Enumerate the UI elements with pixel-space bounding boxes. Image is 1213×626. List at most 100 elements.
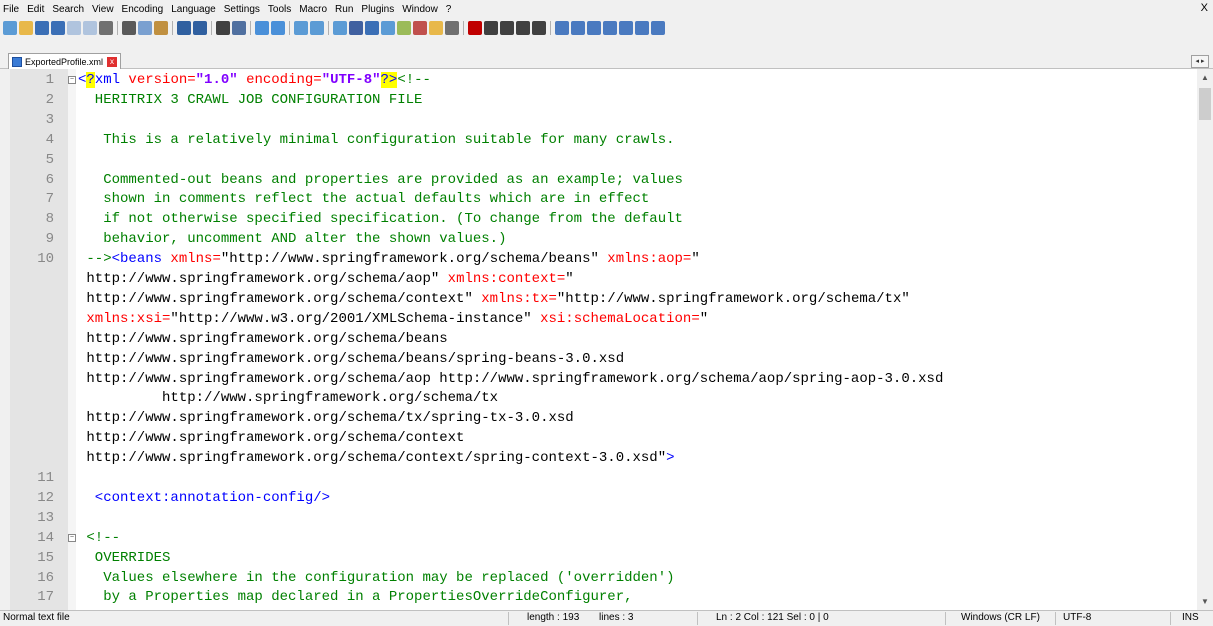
zoom-in-icon[interactable]	[255, 21, 269, 35]
record-macro-icon[interactable]	[468, 21, 482, 35]
stop-record-icon[interactable]	[484, 21, 498, 35]
menu-plugins[interactable]: Plugins	[357, 4, 398, 15]
menu-view[interactable]: View	[88, 4, 118, 15]
line-number: 7	[45, 191, 54, 208]
scroll-up-icon[interactable]: ▲	[1201, 73, 1209, 82]
plugin-b-icon[interactable]	[571, 21, 585, 35]
doc-map-icon[interactable]	[381, 21, 395, 35]
vertical-scrollbar[interactable]: ▲ ▼	[1197, 69, 1213, 610]
code-line: 16 Values elsewhere in the configuration…	[0, 569, 1197, 588]
code-text: xmlns:xsi="http://www.w3.org/2001/XMLSch…	[78, 310, 708, 329]
menu-encoding[interactable]: Encoding	[118, 4, 168, 15]
plugin-f-icon[interactable]	[635, 21, 649, 35]
save-all-icon[interactable]	[51, 21, 65, 35]
code-line: http://www.springframework.org/schema/tx	[0, 389, 1197, 408]
plugin-e-icon[interactable]	[619, 21, 633, 35]
code-line: xmlns:xsi="http://www.w3.org/2001/XMLSch…	[0, 310, 1197, 329]
code-text: OVERRIDES	[78, 549, 171, 568]
menu-search[interactable]: Search	[48, 4, 88, 15]
new-file-icon[interactable]	[3, 21, 17, 35]
code-text: This is a relatively minimal configurati…	[78, 131, 674, 150]
toolbar	[0, 19, 1213, 53]
tab-close-icon[interactable]: x	[107, 56, 118, 67]
code-line: http://www.springframework.org/schema/ao…	[0, 370, 1197, 389]
code-token: HERITRIX 3 CRAWL JOB CONFIGURATION FILE	[78, 91, 423, 108]
status-divider	[697, 612, 698, 625]
copy-icon[interactable]	[138, 21, 152, 35]
paste-icon[interactable]	[154, 21, 168, 35]
code-line: 4 This is a relatively minimal configura…	[0, 131, 1197, 150]
code-token: "	[565, 271, 574, 287]
scroll-down-icon[interactable]: ▼	[1201, 597, 1209, 606]
menu-bar: File Edit Search View Encoding Language Settin…	[0, 0, 1213, 19]
toolbar-separator	[250, 21, 251, 35]
status-bar: Normal text file length : 193 lines : 3 …	[0, 610, 1213, 626]
code-token: xmlns=	[162, 251, 221, 268]
tab-exported-profile[interactable]: ExportedProfile.xml x	[8, 53, 122, 69]
open-file-icon[interactable]	[19, 21, 33, 35]
menu-window[interactable]: Window	[398, 4, 442, 15]
code-text: <!--	[78, 529, 120, 548]
redo-icon[interactable]	[193, 21, 207, 35]
folder-workspace-icon[interactable]	[413, 21, 427, 35]
menu-macro[interactable]: Macro	[295, 4, 331, 15]
line-number: 2	[45, 91, 54, 108]
cut-icon[interactable]	[122, 21, 136, 35]
code-token: -->	[78, 251, 112, 268]
tab-bar: ExportedProfile.xml x ◂ ▸	[0, 53, 1213, 69]
code-line: 7 shown in comments reflect the actual d…	[0, 190, 1197, 209]
code-line: 2 HERITRIX 3 CRAWL JOB CONFIGURATION FIL…	[0, 91, 1197, 110]
run-macro-multiple-icon[interactable]	[516, 21, 530, 35]
function-list-icon[interactable]	[397, 21, 411, 35]
status-divider	[508, 612, 509, 625]
document-icon	[12, 56, 22, 67]
status-encoding: UTF-8	[1063, 612, 1092, 623]
sync-horizontal-icon[interactable]	[310, 21, 324, 35]
plugin-g-icon[interactable]	[651, 21, 665, 35]
code-text: http://www.springframework.org/schema/co…	[78, 290, 910, 309]
menu-edit[interactable]: Edit	[23, 4, 48, 15]
show-all-chars-icon[interactable]	[349, 21, 363, 35]
view-icon[interactable]	[445, 21, 459, 35]
window-close-button[interactable]: X	[1201, 2, 1208, 14]
close-all-icon[interactable]	[83, 21, 97, 35]
print-icon[interactable]	[99, 21, 113, 35]
save-icon[interactable]	[35, 21, 49, 35]
code-token: "http://www.springframework.org/schema/t…	[556, 290, 910, 307]
code-token: http://www.springframework.org/schema/tx…	[78, 410, 574, 427]
menu-tools[interactable]: Tools	[264, 4, 295, 15]
sync-vertical-icon[interactable]	[294, 21, 308, 35]
menu-run[interactable]: Run	[331, 4, 357, 15]
code-token: if not otherwise specified specification…	[78, 211, 683, 228]
code-token: <context:annotation-config/>	[78, 489, 331, 506]
fold-toggle-icon[interactable]: −	[68, 76, 76, 84]
menu-settings[interactable]: Settings	[220, 4, 264, 15]
code-token: http://www.springframework.org/schema/co…	[78, 430, 465, 447]
undo-icon[interactable]	[177, 21, 191, 35]
plugin-c-icon[interactable]	[587, 21, 601, 35]
line-number: 9	[45, 231, 54, 248]
code-token: xmlns:tx=	[472, 290, 557, 307]
save-macro-icon[interactable]	[532, 21, 546, 35]
close-icon[interactable]	[67, 21, 81, 35]
word-wrap-icon[interactable]	[333, 21, 347, 35]
tab-scroll-arrows[interactable]: ◂ ▸	[1191, 55, 1209, 68]
menu-help[interactable]: ?	[442, 4, 456, 15]
code-token: xmlns:aop=	[598, 251, 692, 268]
editor[interactable]: 1− <?xml version="1.0" encoding="UTF-8"?>…	[0, 69, 1213, 610]
scroll-thumb[interactable]	[1199, 88, 1211, 120]
replace-icon[interactable]	[232, 21, 246, 35]
code-text: http://www.springframework.org/schema/tx	[78, 389, 498, 408]
find-icon[interactable]	[216, 21, 230, 35]
menu-language[interactable]: Language	[167, 4, 220, 15]
status-length: length : 193	[527, 612, 580, 623]
playback-icon[interactable]	[500, 21, 514, 35]
status-divider	[1055, 612, 1056, 625]
zoom-out-icon[interactable]	[271, 21, 285, 35]
plugin-d-icon[interactable]	[603, 21, 617, 35]
plugin-a-icon[interactable]	[555, 21, 569, 35]
fold-toggle-icon[interactable]: −	[68, 533, 76, 542]
indent-guide-icon[interactable]	[365, 21, 379, 35]
menu-file[interactable]: File	[0, 4, 23, 15]
monitoring-icon[interactable]	[429, 21, 443, 35]
